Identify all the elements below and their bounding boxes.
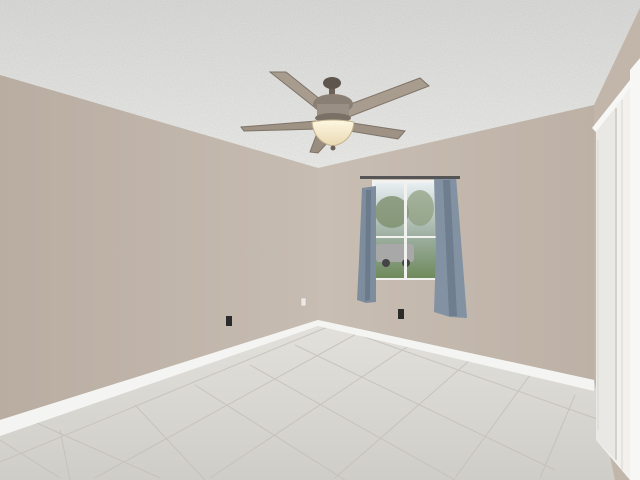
curtain-left-fold: [365, 190, 371, 301]
outlet-back-wall: [398, 309, 404, 319]
room-photo: [0, 0, 640, 480]
closet-doors: [592, 58, 640, 480]
curtain-rod: [360, 176, 460, 179]
window: [372, 180, 438, 280]
outlet-left-wall: [226, 316, 232, 326]
wall-plate: [300, 297, 307, 307]
